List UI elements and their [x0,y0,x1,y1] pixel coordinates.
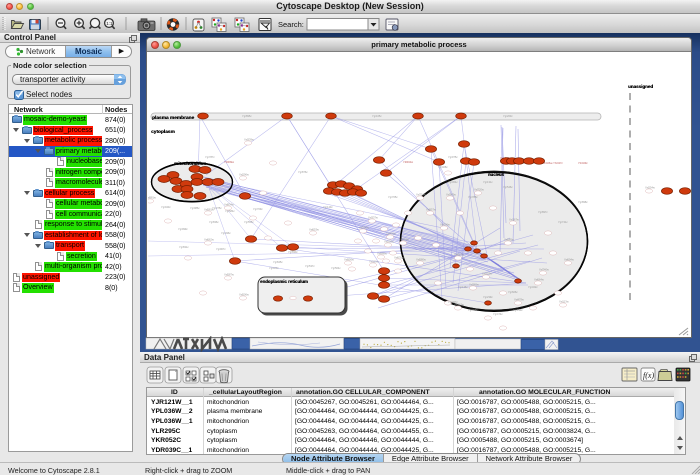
svg-text:Ygr165c: Ygr165c [372,114,382,118]
svg-text:cytoplasm: cytoplasm [151,129,175,135]
svg-text:Ygr787c: Ygr787c [205,155,215,159]
svg-text:Yal255w: Yal255w [384,239,394,243]
svg-text:Ygr555c: Ygr555c [244,220,254,224]
svg-text:Ygr943c: Ygr943c [161,205,171,209]
svg-text:Ygr322c: Ygr322c [528,285,538,289]
svg-text:Yal343w: Yal343w [446,192,456,196]
svg-text:Yal580w: Yal580w [416,257,426,261]
svg-text:Yal957w: Yal957w [426,207,436,211]
svg-text:Yal587w: Yal587w [224,272,234,276]
svg-text:Yal339w: Yal339w [244,137,254,141]
svg-text:Ygr131c: Ygr131c [483,180,493,184]
svg-text:Ygr898c: Ygr898c [578,200,588,204]
svg-text:Ygr474c: Ygr474c [493,312,503,316]
svg-text:Yal115w: Yal115w [369,259,379,263]
svg-text:Yal365w: Yal365w [469,282,479,286]
svg-text:Ygr975c: Ygr975c [448,155,458,159]
svg-text:Yal694w: Yal694w [564,257,574,261]
svg-text:Ybr029c: Ybr029c [578,161,588,165]
svg-text:Ygr705c: Ygr705c [388,195,398,199]
svg-text:endoplasmic reticulum: endoplasmic reticulum [260,279,308,284]
svg-text:Ygr239c: Ygr239c [483,295,493,299]
svg-text:Ygr143c: Ygr143c [323,205,333,209]
svg-text:Yal720w: Yal720w [474,187,484,191]
svg-text:Ygr364c: Ygr364c [448,180,458,184]
svg-text:Yal506w: Yal506w [239,292,249,296]
svg-text:Ygr606c: Ygr606c [508,290,518,294]
svg-text:Yal635w: Yal635w [394,255,404,259]
svg-text:Ygr836c: Ygr836c [209,220,219,224]
svg-text:Ygr986c: Ygr986c [190,206,200,210]
svg-text:Yal478w: Yal478w [514,297,524,301]
svg-text:mitochondrion: mitochondrion [174,161,206,166]
svg-text:Ygr788c: Ygr788c [468,195,478,199]
svg-text:plasma membrane: plasma membrane [152,115,194,121]
svg-text:Ygr897c: Ygr897c [538,210,548,214]
svg-text:Yal740w: Yal740w [539,267,549,271]
svg-text:Ygr709c: Ygr709c [253,207,263,211]
svg-text:Yal662w: Yal662w [204,237,214,241]
svg-text:Ygr496c: Ygr496c [221,231,231,235]
svg-text:Yal499w: Yal499w [386,231,396,235]
svg-text:Ygr504c: Ygr504c [331,266,341,270]
svg-text:Ygr237c: Ygr237c [448,300,458,304]
svg-text:Ygr136c: Ygr136c [458,285,468,289]
svg-text:Ygr546c: Ygr546c [503,185,513,189]
svg-text:Yal337w: Yal337w [368,215,378,219]
svg-text:Yal834w: Yal834w [224,202,234,206]
svg-text:nucleus: nucleus [488,172,504,177]
svg-text:Ygr845c: Ygr845c [273,260,283,264]
svg-text:Yal754w: Yal754w [416,192,426,196]
svg-text:unassigned: unassigned [628,84,653,89]
svg-text:Ygr199c: Ygr199c [513,308,523,312]
svg-text:Ygr537c: Ygr537c [305,264,315,268]
svg-text:Ygr375c: Ygr375c [212,206,222,210]
svg-text:1:1: 1:1 [106,21,113,26]
svg-text:Yal113w: Yal113w [559,299,569,303]
svg-text:Ygr895c: Ygr895c [242,114,252,118]
svg-text:Yal167w: Yal167w [509,217,519,221]
svg-text:Yal981w: Yal981w [148,195,156,199]
svg-text:Ydl004w: Ydl004w [403,160,413,164]
svg-text:Yal750w: Yal750w [359,225,369,229]
svg-text:Yal956w: Yal956w [344,257,354,261]
svg-text:Yal988w: Yal988w [377,251,387,255]
svg-text:Ygr920c: Ygr920c [269,266,279,270]
svg-text:Ygr831c: Ygr831c [179,245,189,249]
svg-text:f(x): f(x) [643,371,654,380]
svg-text:Yal653w: Yal653w [309,227,319,231]
svg-text:Ybl099w: Ybl099w [224,160,234,164]
svg-text:Yal859w: Yal859w [399,237,409,241]
svg-text:Ygr907c: Ygr907c [216,247,226,251]
svg-text:Yal585w: Yal585w [504,237,514,241]
svg-text:Yhr026w-Yhr027c: Yhr026w-Yhr027c [542,161,563,165]
svg-text:Yal706w: Yal706w [440,222,450,226]
svg-text:Ygr263c: Ygr263c [503,114,513,118]
svg-text:Search:: Search: [278,20,304,29]
svg-text:Ygr999c: Ygr999c [468,308,478,312]
svg-text:Ygr741c: Ygr741c [558,220,568,224]
svg-text:Yal296w: Yal296w [239,172,249,176]
svg-text:Ygr999c: Ygr999c [178,227,188,231]
svg-text:Yal664w: Yal664w [534,277,544,281]
svg-text:Ygr584c: Ygr584c [225,209,235,213]
svg-text:Yal657w: Yal657w [454,252,464,256]
svg-text:Yal233w: Yal233w [482,271,492,275]
svg-text:Yal254w: Yal254w [645,185,655,189]
svg-text:Ygr876c: Ygr876c [298,170,308,174]
